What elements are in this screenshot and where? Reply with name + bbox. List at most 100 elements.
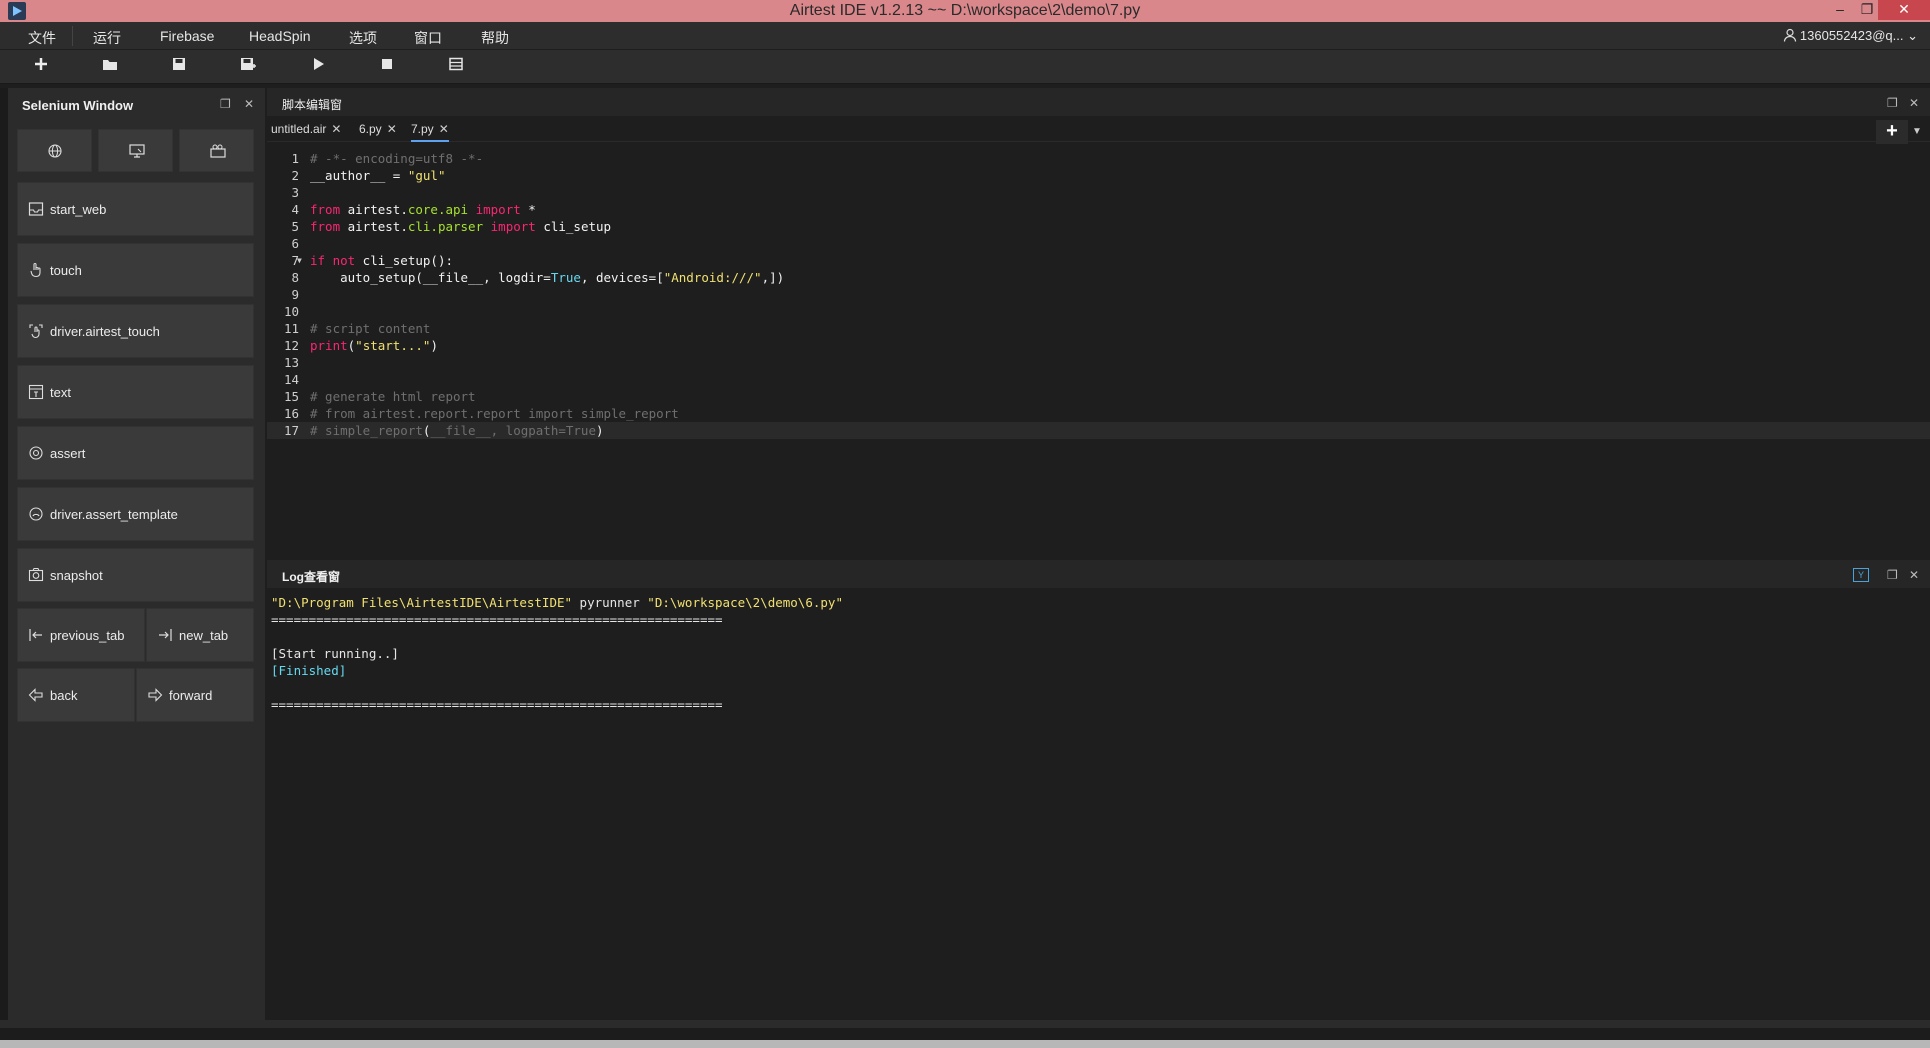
menu-window[interactable]: 窗口 [414, 28, 442, 48]
tab-7-py[interactable]: 7.py ✕ [411, 122, 449, 142]
code-line[interactable]: 14 [267, 371, 1930, 388]
screen-button[interactable] [98, 129, 173, 172]
float-panel-icon[interactable]: ❐ [220, 97, 231, 111]
tab-label: 6.py [359, 122, 382, 136]
globe-button[interactable] [17, 129, 92, 172]
code-line[interactable]: 2 __author__ = "gul" [267, 167, 1930, 184]
driver-airtest-touch-button[interactable]: driver.airtest_touch [17, 304, 254, 358]
account-menu[interactable]: 1360552423@q... ⌄ [1783, 28, 1918, 44]
code-token: auto_setup(__file__, logdir= [310, 270, 551, 285]
snapshot-button[interactable]: snapshot [17, 548, 254, 602]
log-line: ========================================… [271, 611, 843, 628]
log-output[interactable]: "D:\Program Files\AirtestIDE\AirtestIDE"… [271, 594, 843, 713]
back-label: back [50, 688, 78, 703]
menu-file[interactable]: 文件 [28, 28, 56, 48]
code-line[interactable]: 16 # from airtest.report.report import si… [267, 405, 1930, 422]
close-tab-icon[interactable]: ✕ [387, 122, 397, 136]
previous-tab-button[interactable]: previous_tab [17, 608, 145, 662]
code-line[interactable]: 4 from airtest.core.api import * [267, 201, 1930, 218]
fold-toggle-icon[interactable]: ▼ [297, 252, 302, 269]
code-line[interactable]: 1 # -*- encoding=utf8 -*- [267, 150, 1930, 167]
code-line[interactable]: 17 # simple_report(__file__, logpath=True… [267, 422, 1930, 439]
float-editor-icon[interactable]: ❐ [1887, 96, 1898, 110]
touch-button[interactable]: touch [17, 243, 254, 297]
code-line[interactable]: 10 [267, 303, 1930, 320]
open-folder-icon[interactable] [99, 57, 121, 77]
assert-label: assert [50, 446, 86, 461]
log-line: [Start running..] [271, 645, 843, 662]
code-line[interactable]: 8 auto_setup(__file__, logdir=True, devi… [267, 269, 1930, 286]
previous-tab-icon [29, 629, 42, 641]
start-web-button[interactable]: start_web [17, 182, 254, 236]
log-text: "D:\Program Files\AirtestIDE\AirtestIDE" [271, 595, 573, 610]
previous-tab-label: previous_tab [50, 628, 125, 643]
save-icon[interactable] [168, 57, 190, 77]
close-log-icon[interactable]: ✕ [1909, 568, 1919, 582]
camera-icon [210, 144, 226, 158]
assert-button[interactable]: assert [17, 426, 254, 480]
tab-6-py[interactable]: 6.py ✕ [359, 122, 397, 142]
code-token: cli_setup(): [355, 253, 453, 268]
text-button[interactable]: text [17, 365, 254, 419]
code-token: # -*- encoding=utf8 -*- [310, 151, 484, 166]
left-scrollbar[interactable] [0, 88, 8, 1028]
menu-firebase[interactable]: Firebase [160, 28, 214, 44]
tab-list-dropdown-icon[interactable]: ▼ [1912, 126, 1922, 137]
code-line[interactable]: 3 [267, 184, 1930, 201]
start-web-icon [28, 202, 44, 216]
chevron-down-icon: ⌄ [1907, 28, 1918, 43]
panel-title: Selenium Window [22, 98, 134, 113]
close-tab-icon[interactable]: ✕ [439, 122, 449, 136]
code-editor[interactable]: 1 # -*- encoding=utf8 -*- 2 __author__ = "g… [267, 150, 1930, 439]
code-token: airtest. [340, 202, 408, 217]
filter-icon[interactable]: Y [1853, 568, 1869, 582]
code-line[interactable]: 13 [267, 354, 1930, 371]
add-tab-button[interactable]: + [1876, 120, 1908, 144]
menu-headspin[interactable]: HeadSpin [249, 28, 311, 44]
code-token: "Android:///" [663, 270, 762, 285]
new-tab-icon [159, 629, 172, 641]
code-text: # generate html report [310, 388, 476, 405]
editor-title: 脚本编辑窗 [282, 98, 343, 112]
code-line[interactable]: 12 print("start...") [267, 337, 1930, 354]
code-line[interactable]: 5 from airtest.cli.parser import cli_setu… [267, 218, 1930, 235]
run-icon[interactable] [307, 57, 329, 77]
code-line[interactable]: 9 [267, 286, 1930, 303]
menu-options[interactable]: 选项 [349, 28, 377, 48]
code-line[interactable]: 6 [267, 235, 1930, 252]
minimize-button[interactable]: – [1825, 0, 1855, 20]
close-panel-icon[interactable]: ✕ [244, 97, 254, 111]
back-button[interactable]: back [17, 668, 135, 722]
stop-icon[interactable] [376, 57, 398, 77]
code-text: # simple_report(__file__, logpath=True) [310, 422, 604, 439]
close-window-button[interactable]: ✕ [1878, 0, 1930, 20]
forward-button[interactable]: forward [136, 668, 254, 722]
log-line: ========================================… [271, 696, 843, 713]
code-line[interactable]: 7 ▼ if not cli_setup(): [267, 252, 1930, 269]
driver-assert-template-button[interactable]: driver.assert_template [17, 487, 254, 541]
tab-label: 7.py [411, 122, 434, 136]
close-tab-icon[interactable]: ✕ [331, 122, 341, 136]
code-line[interactable]: 15 # generate html report [267, 388, 1930, 405]
menu-help[interactable]: 帮助 [481, 28, 509, 48]
code-line[interactable]: 11 # script content [267, 320, 1930, 337]
log-text: "D:\workspace\2\demo\6.py" [647, 595, 843, 610]
close-editor-icon[interactable]: ✕ [1909, 96, 1919, 110]
selenium-window-panel: Selenium Window ❐ ✕ start_web touch driv… [8, 88, 265, 1028]
tab-untitled-air[interactable]: untitled.air ✕ [271, 122, 341, 142]
float-log-icon[interactable]: ❐ [1887, 568, 1898, 582]
camera-button[interactable] [179, 129, 254, 172]
save-as-icon[interactable] [237, 57, 259, 77]
new-tab-button[interactable]: new_tab [146, 608, 254, 662]
log-icon[interactable] [445, 57, 467, 77]
globe-icon [48, 144, 62, 158]
code-token: core.api [407, 202, 469, 217]
code-text: from airtest.cli.parser import cli_setup [310, 218, 611, 235]
line-number: 2 [291, 168, 299, 183]
assert-template-icon [29, 507, 43, 521]
code-token: True [550, 270, 581, 285]
menu-run[interactable]: 运行 [93, 28, 121, 48]
new-file-icon[interactable] [30, 57, 52, 77]
code-token: "start..." [355, 338, 431, 353]
